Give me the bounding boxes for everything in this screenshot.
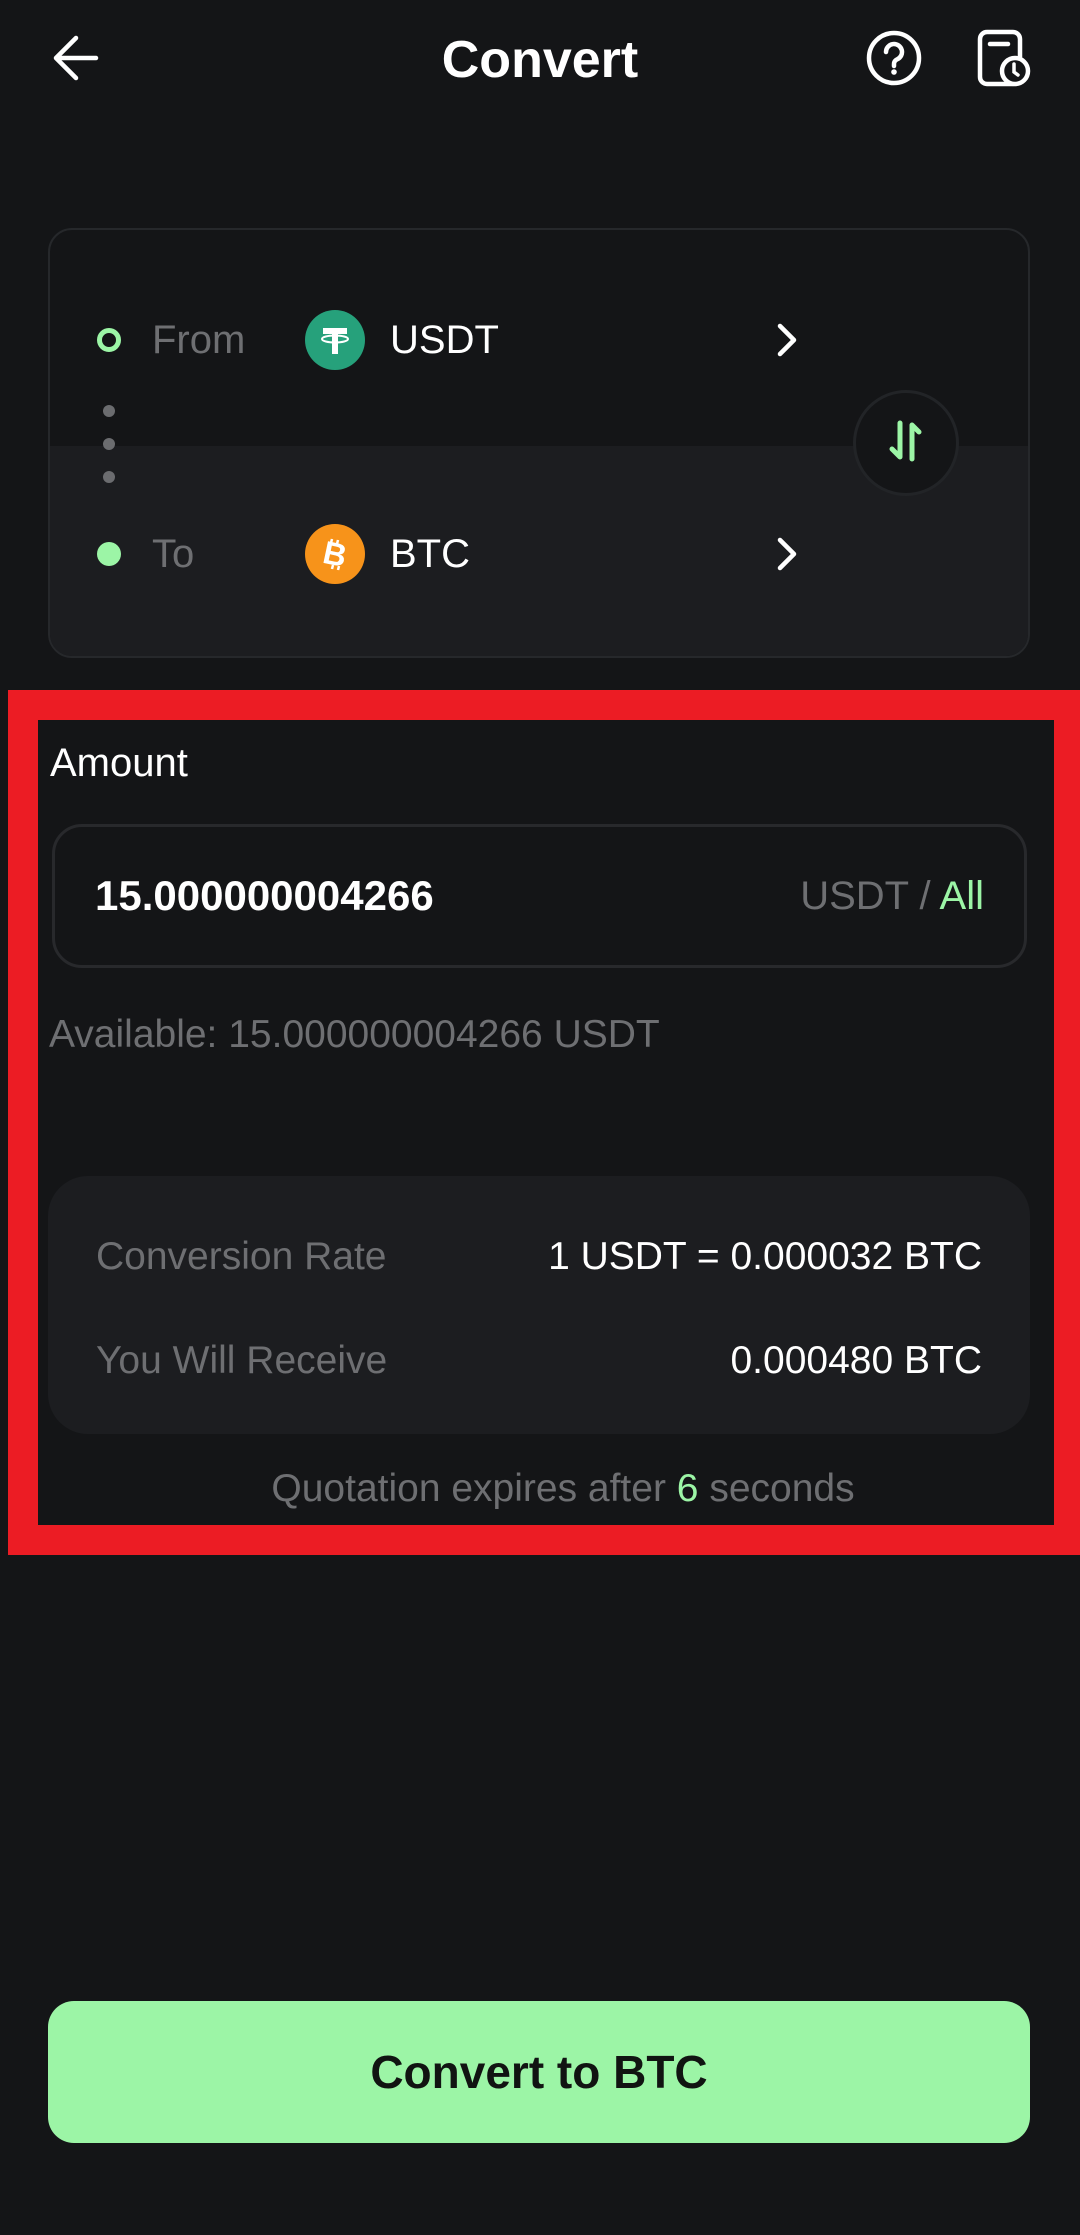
route-dot: [103, 438, 115, 450]
from-coin-name: USDT: [390, 317, 499, 362]
from-label: From: [152, 317, 246, 362]
order-history-icon: [977, 29, 1031, 92]
help-button[interactable]: [860, 26, 928, 94]
chevron-right-icon: [772, 320, 802, 360]
from-indicator-icon: [97, 328, 121, 352]
order-history-button[interactable]: [970, 26, 1038, 94]
to-coin-name: BTC: [390, 531, 470, 576]
convert-button[interactable]: Convert to BTC: [48, 2001, 1030, 2143]
chevron-right-icon: [772, 534, 802, 574]
swap-currencies-button[interactable]: [853, 390, 959, 496]
route-dot: [103, 405, 115, 417]
route-dot: [103, 471, 115, 483]
to-currency-selector[interactable]: To B BTC: [50, 514, 1028, 594]
to-indicator-icon: [97, 542, 121, 566]
question-circle-icon: [866, 30, 922, 91]
tether-icon: [305, 310, 365, 370]
bitcoin-icon: B: [305, 524, 365, 584]
highlight-annotation-box: [8, 690, 1080, 1555]
svg-text:B: B: [320, 534, 350, 574]
from-currency-selector[interactable]: From USDT: [50, 300, 1028, 380]
swap-vertical-icon: [886, 419, 926, 468]
to-label: To: [152, 531, 195, 576]
